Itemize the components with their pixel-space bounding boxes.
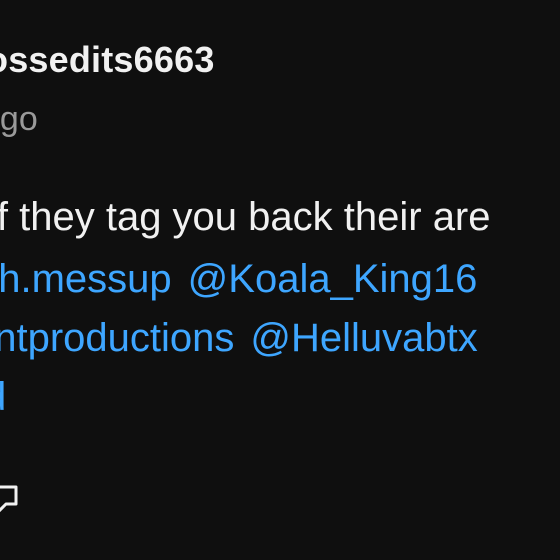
comment: ossedits6663 ago if they tag you back th… <box>0 0 560 560</box>
comment-author[interactable]: ossedits6663 <box>0 42 215 78</box>
comment-mentions-line-2: entproductions @Helluvabtx <box>0 318 478 358</box>
mention-fragment[interactable]: d <box>0 375 6 419</box>
mention-koala-king16[interactable]: @Koala_King16 <box>188 257 478 301</box>
reply-icon-svg <box>0 485 18 513</box>
mention-entproductions[interactable]: entproductions <box>0 316 234 360</box>
comment-text-line-1: if they tag you back their are <box>0 195 491 239</box>
reply-icon[interactable] <box>0 484 20 516</box>
mention-helluvabtx[interactable]: @Helluvabtx <box>250 316 477 360</box>
comment-mentions-line-1: hh.messup @Koala_King16 <box>0 259 477 299</box>
mention-hh-messup[interactable]: hh.messup <box>0 257 172 301</box>
comment-mentions-line-3: d <box>0 377 6 417</box>
comment-time: ago <box>0 100 38 138</box>
